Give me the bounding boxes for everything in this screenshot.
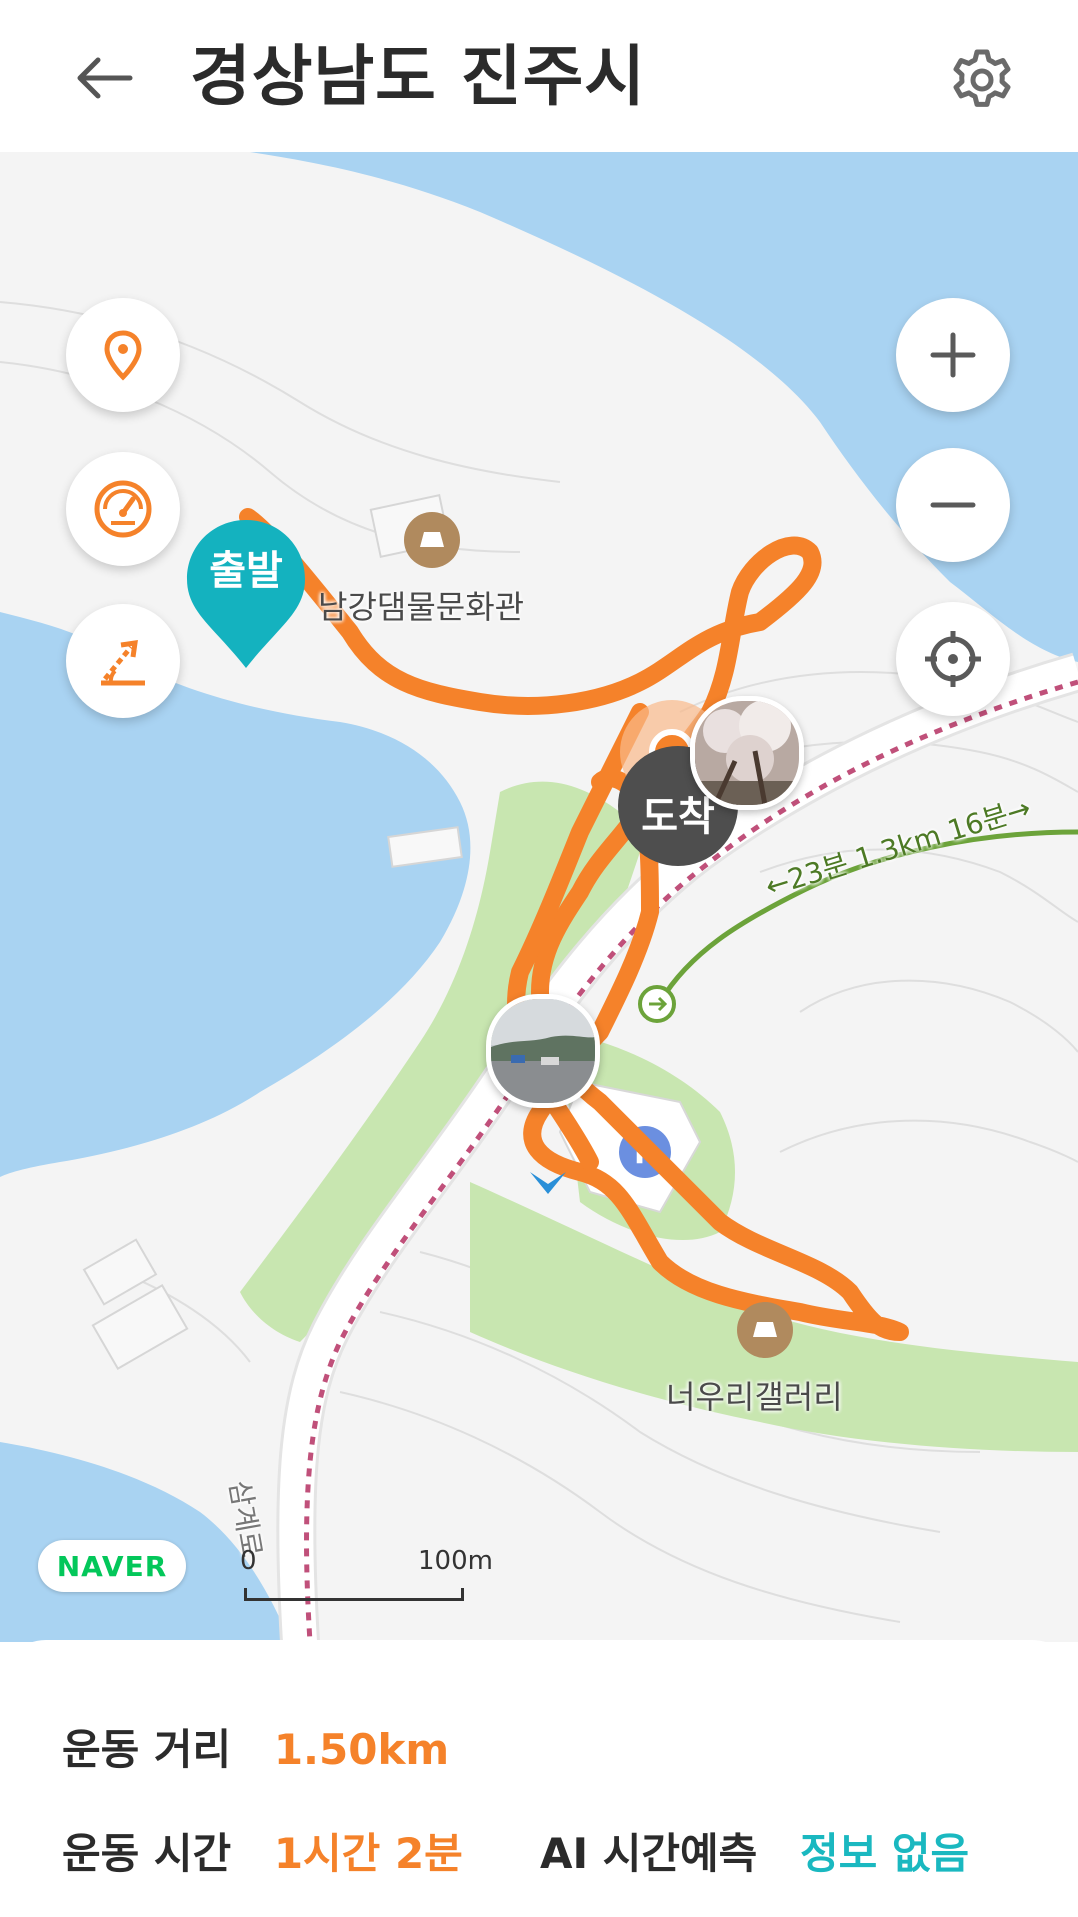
map-scale: 0 100m: [240, 1546, 500, 1606]
settings-button[interactable]: [940, 38, 1024, 122]
start-marker-label: 출발: [209, 548, 283, 594]
my-location-icon: [925, 631, 981, 687]
distance-label: 운동 거리: [62, 1725, 232, 1774]
scale-bar: [244, 1588, 464, 1601]
scale-end-label: 100m: [418, 1546, 493, 1576]
stats-sheet: 운동 거리 1.50km 운동 시간 1시간 2분 AI 시간예측 정보 없음: [0, 1640, 1078, 1917]
time-value: 1시간 2분: [273, 1829, 463, 1878]
page-title: 경상남도 진주시: [190, 38, 647, 115]
ai-prediction-row: AI 시간예측 정보 없음: [540, 1820, 969, 1881]
scale-start-label: 0: [240, 1546, 257, 1576]
app-header: 경상남도 진주시: [0, 0, 1078, 152]
location-pin-icon: [104, 330, 142, 381]
map-view[interactable]: P 남강댐물문화관 너우리갤러리 삼계로 ←23분 1.3km 16분→ 출발 …: [0, 152, 1078, 1642]
elevation-button[interactable]: [66, 604, 180, 718]
photo-thumbnail-parking[interactable]: [486, 994, 600, 1108]
gear-icon: [953, 49, 1011, 107]
photo-image: [695, 701, 799, 805]
time-row: 운동 시간 1시간 2분: [62, 1820, 463, 1881]
my-location-button[interactable]: [896, 602, 1010, 716]
poi-label-museum: 남강댐물문화관: [318, 588, 525, 626]
poi-label-gallery: 너우리갤러리: [666, 1378, 843, 1416]
location-button[interactable]: [66, 298, 180, 412]
ai-prediction-value: 정보 없음: [799, 1829, 970, 1878]
back-button[interactable]: [66, 40, 142, 116]
zoom-out-icon: [930, 502, 976, 508]
elevation-slope-icon: [101, 640, 145, 686]
photo-thumbnail-blossom[interactable]: [690, 696, 804, 810]
zoom-out-button[interactable]: [896, 448, 1010, 562]
arrow-left-icon: [77, 57, 133, 99]
zoom-in-icon: [930, 332, 976, 378]
naver-logo: NAVER: [38, 1540, 186, 1592]
zoom-in-button[interactable]: [896, 298, 1010, 412]
speed-button[interactable]: [66, 452, 180, 566]
distance-row: 운동 거리 1.50km: [62, 1716, 449, 1777]
ai-prediction-label: AI 시간예측: [540, 1829, 758, 1878]
photo-image: [491, 999, 595, 1103]
distance-value: 1.50km: [273, 1725, 450, 1774]
speedometer-icon: [94, 480, 152, 538]
start-marker[interactable]: 출발: [183, 516, 309, 672]
time-label: 운동 시간: [62, 1829, 232, 1878]
